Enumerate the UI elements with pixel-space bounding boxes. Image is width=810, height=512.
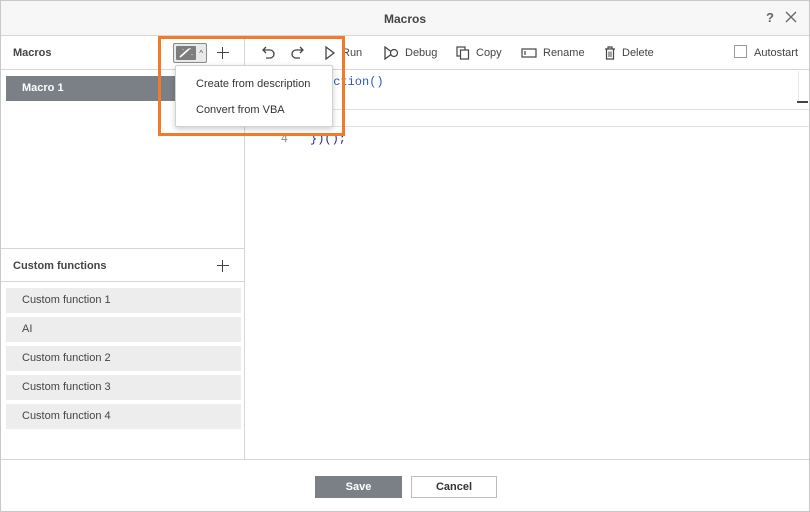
rename-label: Rename: [543, 47, 585, 59]
copy-label: Copy: [476, 47, 502, 59]
debug-label: Debug: [405, 47, 438, 59]
custom-function-label: AI: [22, 323, 33, 335]
custom-functions-list: Custom function 1 AI Custom function 2 C…: [6, 288, 241, 433]
chevron-up-icon: ^: [199, 49, 203, 58]
custom-function-item[interactable]: Custom function 3: [6, 375, 241, 400]
ai-macro-dropdown: Create from description Convert from VBA: [175, 65, 333, 127]
code-text: nction(): [326, 75, 384, 89]
add-macro-icon[interactable]: [217, 47, 229, 59]
cancel-button[interactable]: Cancel: [411, 476, 497, 498]
copy-button[interactable]: Copy: [456, 44, 502, 62]
autostart-checkbox[interactable]: [734, 45, 747, 58]
save-button[interactable]: Save: [315, 476, 402, 498]
code-editor[interactable]: nction() 4 })();: [246, 71, 809, 459]
delete-button[interactable]: Delete: [604, 44, 654, 62]
delete-label: Delete: [622, 47, 654, 59]
current-line-highlight: [306, 109, 809, 127]
create-from-description-item[interactable]: Create from description: [196, 78, 310, 90]
custom-function-label: Custom function 2: [22, 352, 111, 364]
add-custom-function-icon[interactable]: [217, 260, 229, 272]
macros-panel-title: Macros: [13, 47, 52, 59]
convert-from-vba-item[interactable]: Convert from VBA: [196, 104, 285, 116]
custom-function-label: Custom function 3: [22, 381, 111, 393]
dialog-footer: Save Cancel: [1, 459, 809, 511]
custom-function-label: Custom function 1: [22, 294, 111, 306]
redo-button[interactable]: [290, 44, 312, 62]
undo-button[interactable]: [260, 44, 282, 62]
run-label: Run: [342, 47, 363, 59]
macros-dialog: Macros ? Macros ^ Macro 1 Custom functio…: [0, 0, 810, 512]
line-number: 4: [280, 132, 288, 146]
close-icon[interactable]: [785, 11, 797, 23]
play-icon: [325, 46, 336, 60]
macro-item-label: Macro 1: [22, 82, 64, 94]
custom-function-item[interactable]: Custom function 2: [6, 346, 241, 371]
custom-function-label: Custom function 4: [22, 410, 111, 422]
custom-function-item[interactable]: AI: [6, 317, 241, 342]
undo-icon: [262, 46, 275, 59]
dialog-title: Macros: [383, 12, 427, 26]
dialog-titlebar: Macros ?: [1, 1, 809, 36]
editor-scroll-marker: [797, 101, 808, 103]
trash-icon: [605, 46, 615, 60]
custom-function-item[interactable]: Custom function 4: [6, 404, 241, 429]
debug-button[interactable]: Debug: [383, 44, 437, 62]
help-button[interactable]: ?: [766, 10, 774, 25]
code-text: })();: [310, 132, 347, 146]
run-button[interactable]: Run: [324, 44, 362, 62]
rename-button[interactable]: Rename: [521, 44, 585, 62]
custom-function-item[interactable]: Custom function 1: [6, 288, 241, 313]
code-line: 4 })();: [246, 130, 809, 148]
autostart-label: Autostart: [754, 47, 799, 59]
ai-macro-button[interactable]: ^: [173, 43, 207, 63]
wand-icon: [176, 46, 196, 60]
custom-functions-title: Custom functions: [13, 260, 107, 272]
custom-functions-header: Custom functions: [1, 248, 245, 282]
rename-icon: [521, 48, 537, 58]
debug-icon: [384, 46, 399, 60]
redo-icon: [291, 46, 304, 59]
copy-icon: [456, 46, 470, 60]
